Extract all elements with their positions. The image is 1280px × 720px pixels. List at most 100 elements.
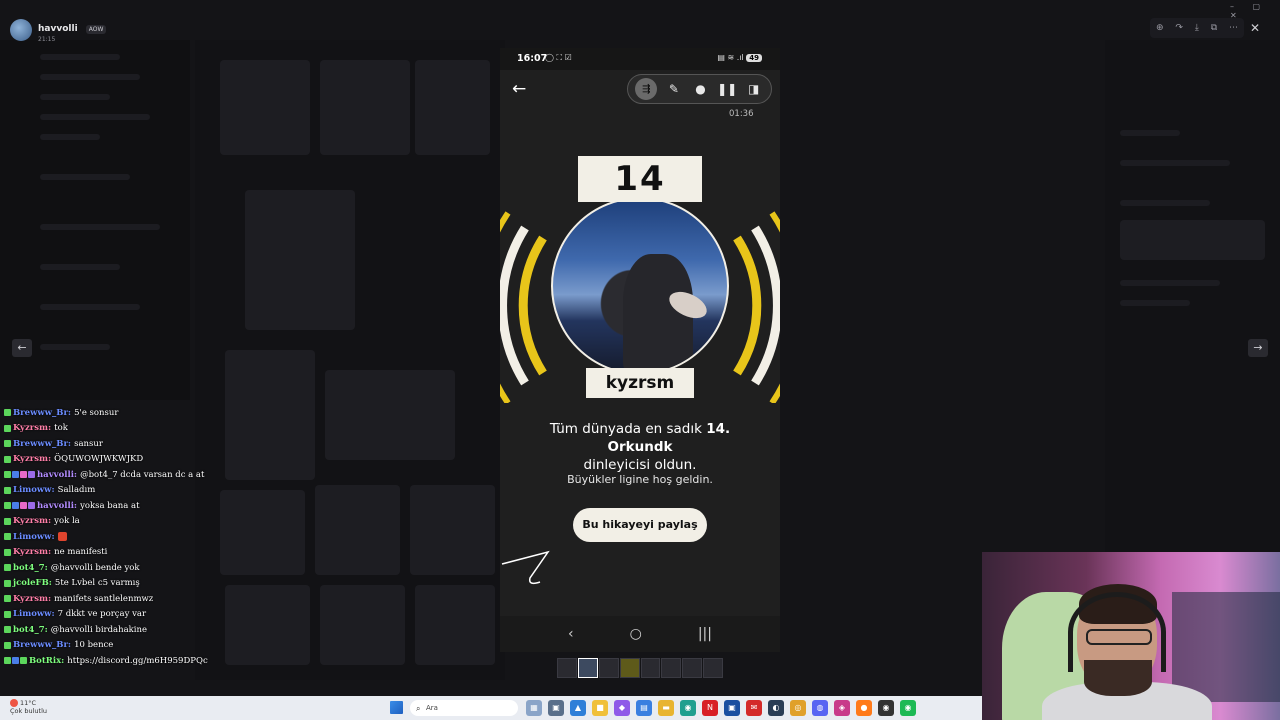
chat-text: Salladım: [57, 485, 96, 496]
badge-icon: [4, 502, 11, 510]
chat-username[interactable]: Limoww:: [13, 532, 55, 542]
badge-icon: [4, 533, 11, 541]
chat-username[interactable]: bot4_7:: [13, 563, 48, 573]
chat-message: Limoww: Salladım: [4, 483, 214, 499]
mute-icon[interactable]: ◨: [744, 82, 764, 96]
phone-screenshot: 16:07 ◯ ⛶ ☑ ▤ ≋ .ıl 49 ← ⇶ ✎ ● ❚❚ ◨ 01:3…: [500, 48, 780, 652]
chat-badges: [4, 424, 11, 432]
spotify-icon[interactable]: ◉: [900, 700, 916, 716]
chat-username[interactable]: Limoww:: [13, 609, 55, 619]
chat-username[interactable]: Brewww_Br:: [13, 408, 71, 418]
thumbnail[interactable]: [640, 658, 661, 678]
viewer-toolbar: ⊕ ↷ ⤓ ⧉ ⋯: [1150, 18, 1244, 38]
ring-left-mid: [518, 235, 547, 376]
share-story-button[interactable]: Bu hikayeyi paylaş: [573, 508, 707, 542]
badge-icon: [4, 579, 11, 587]
obs-icon[interactable]: ◐: [768, 700, 784, 716]
screen: havvolli AOW 21:15 – ▢ ✕ ⊕ ↷ ⤓ ⧉ ⋯ ✕ ← →…: [0, 0, 1280, 720]
artist-photo: [551, 197, 729, 375]
chat-message: bot4_7: @havvolli birdahakine: [4, 622, 214, 638]
chat-username[interactable]: bot4_7:: [13, 625, 48, 635]
signal-icon: ▤ ≋ .ıl: [717, 53, 744, 62]
next-image-button[interactable]: →: [1248, 339, 1268, 357]
chat-username[interactable]: Kyzrsm:: [13, 594, 51, 604]
widget-icon[interactable]: ▦: [526, 700, 542, 716]
chat-username[interactable]: Limoww:: [13, 485, 55, 495]
chat-message: havvolli: @bot4_7 dcda varsan dc a at: [4, 467, 214, 483]
weather-widget[interactable]: 11°C Çok bulutlu: [10, 699, 47, 715]
chat-username[interactable]: Brewww_Br:: [13, 640, 71, 650]
download-icon[interactable]: ⤓: [1195, 23, 1199, 33]
viewer-author[interactable]: havvolli AOW 21:15: [10, 16, 107, 43]
thumbnail[interactable]: [661, 658, 682, 678]
badge-icon: [4, 486, 11, 494]
files-icon[interactable]: ■: [592, 700, 608, 716]
start-button[interactable]: [390, 701, 403, 714]
thumbnail[interactable]: [619, 658, 640, 678]
copilot-icon[interactable]: ◆: [614, 700, 630, 716]
discord-icon[interactable]: ◍: [812, 700, 828, 716]
record-icon[interactable]: ⇶: [635, 78, 658, 100]
chat-username[interactable]: Kyzrsm:: [13, 454, 51, 464]
badge-icon: [4, 455, 11, 463]
thumbnail[interactable]: [703, 658, 723, 678]
thumbnail[interactable]: [598, 658, 619, 678]
edge-icon[interactable]: ◉: [680, 700, 696, 716]
zoom-icon[interactable]: ⊕: [1156, 23, 1164, 33]
folder-icon[interactable]: ▬: [658, 700, 674, 716]
taskview-icon[interactable]: ▣: [548, 700, 564, 716]
chat-badges: [4, 548, 11, 556]
external-icon[interactable]: ⧉: [1211, 23, 1217, 33]
chat-message: jcoleFB: 5te Lvbel c5 varmış: [4, 576, 214, 592]
back-button[interactable]: ←: [512, 79, 526, 99]
chat-username[interactable]: Brewww_Br:: [13, 439, 71, 449]
prev-image-button[interactable]: ←: [12, 339, 32, 357]
badge-icon: [28, 471, 35, 479]
misc-icon[interactable]: ◉: [878, 700, 894, 716]
firefox-icon[interactable]: ●: [856, 700, 872, 716]
thumbnail[interactable]: [557, 658, 577, 678]
app-icon[interactable]: ▣: [724, 700, 740, 716]
forward-icon[interactable]: ↷: [1175, 23, 1183, 33]
thumbnail[interactable]: [682, 658, 703, 678]
chat-username[interactable]: Kyzrsm:: [13, 547, 51, 557]
chat-text: ÖQUWOWJWKWJKD: [54, 454, 144, 465]
chat-username[interactable]: BotRix:: [29, 656, 64, 666]
chrome-icon[interactable]: ◎: [790, 700, 806, 716]
chat-username[interactable]: Kyzrsm:: [13, 423, 51, 433]
status-left-icons: ◯ ⛶ ☑: [545, 53, 572, 62]
nav-home-icon[interactable]: ○: [630, 626, 642, 642]
chat-username[interactable]: Kyzrsm:: [13, 516, 51, 526]
mail-icon[interactable]: ✉: [746, 700, 762, 716]
badge-icon: [20, 471, 27, 479]
battery-icon: 49: [746, 54, 762, 62]
chat-text: 5'e sonsur: [74, 407, 119, 418]
avatar: [10, 18, 32, 41]
chat-text: manifets santlelenmwz: [54, 593, 154, 604]
photos-icon[interactable]: ▲: [570, 700, 586, 716]
chat-username[interactable]: havvolli:: [37, 501, 77, 511]
pause-icon[interactable]: ❚❚: [717, 82, 737, 96]
chat-username[interactable]: jcoleFB:: [13, 578, 52, 588]
store-icon[interactable]: ▤: [636, 700, 652, 716]
more-icon[interactable]: ⋯: [1229, 23, 1238, 33]
chat-text: sansur: [74, 438, 103, 449]
netflix-icon[interactable]: N: [702, 700, 718, 716]
pen-icon[interactable]: ✎: [664, 82, 684, 96]
chat-message: bot4_7: @havvolli bende yok: [4, 560, 214, 576]
badge-icon: [28, 502, 35, 510]
chat-text: 5te Lvbel c5 varmış: [54, 578, 140, 589]
game-icon[interactable]: ◈: [834, 700, 850, 716]
chat-badges: [4, 471, 35, 479]
taskbar-search[interactable]: ⌕ Ara: [410, 700, 518, 716]
nav-back-icon[interactable]: ‹: [568, 626, 574, 642]
chat-text: 10 bence: [74, 640, 114, 651]
author-badge: AOW: [85, 25, 107, 34]
close-icon[interactable]: ✕: [1250, 21, 1260, 35]
nav-recents-icon[interactable]: |||: [698, 626, 712, 642]
person-icon[interactable]: ●: [690, 82, 710, 96]
chat-message: Kyzrsm: manifets santlelenmwz: [4, 591, 214, 607]
chat-username[interactable]: havvolli:: [37, 470, 77, 480]
subtext: Büyükler ligine hoş geldin.: [567, 473, 713, 486]
thumbnail-active[interactable]: [577, 658, 598, 678]
